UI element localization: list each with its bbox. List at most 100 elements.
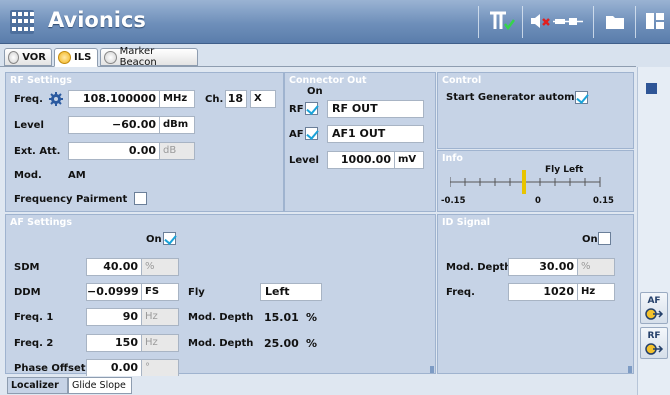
rf-out-select[interactable]: RF OUT <box>327 100 424 118</box>
af-output-label: AF <box>647 296 661 306</box>
control-panel: Control <box>437 72 634 149</box>
freq-unit-select[interactable]: MHz <box>159 90 195 108</box>
ddm-label: DDM <box>14 287 41 298</box>
tab-label: Marker Beacon <box>119 46 157 68</box>
mod-depth1-label: Mod. Depth <box>188 312 254 323</box>
radio-selected-icon <box>58 51 71 64</box>
out-level-unit-select[interactable]: mV <box>394 151 424 169</box>
af-on-label: On <box>146 234 162 245</box>
out-level-label: Level <box>289 155 319 166</box>
toolbar-separator <box>593 6 594 38</box>
level-input[interactable]: −60.00 <box>68 116 160 134</box>
freq-label: Freq. <box>14 94 43 105</box>
tab-glide-slope[interactable]: Glide Slope <box>68 377 132 394</box>
radio-icon <box>104 50 117 64</box>
trigger-check-icon[interactable] <box>484 9 518 35</box>
scale-right-label: 0.15 <box>593 196 614 206</box>
resize-grip[interactable] <box>628 366 632 373</box>
phase-offset-unit: ° <box>141 359 179 377</box>
id-freq-unit-select[interactable]: Hz <box>577 283 615 301</box>
mod-depth1-unit: % <box>306 311 318 324</box>
connector-arrow-icon <box>645 308 664 320</box>
af-output-button[interactable]: AF <box>640 292 668 324</box>
freq1-input[interactable]: 90 <box>86 308 142 326</box>
scale-left-label: -0.15 <box>441 196 466 206</box>
folder-icon[interactable] <box>599 9 631 35</box>
freq1-label: Freq. 1 <box>14 312 54 323</box>
panel-title: Connector Out <box>289 75 367 86</box>
id-freq-input[interactable]: 1020 <box>508 283 578 301</box>
freq-pairment-checkbox[interactable] <box>134 192 147 205</box>
phase-offset-label: Phase Offset <box>14 363 86 374</box>
ddm-indicator <box>522 170 526 194</box>
phase-offset-input[interactable]: 0.00 <box>86 359 142 377</box>
id-mod-depth-unit: % <box>577 258 615 276</box>
toolbar-separator <box>635 6 636 38</box>
sdm-unit: % <box>141 258 179 276</box>
out-level-input[interactable]: 1000.00 <box>327 151 395 169</box>
level-label: Level <box>14 120 44 131</box>
rf-out-label: RF <box>289 104 304 115</box>
tab-label: VOR <box>22 51 46 63</box>
ext-att-unit: dB <box>159 142 195 160</box>
sdm-input[interactable]: 40.00 <box>86 258 142 276</box>
stop-icon[interactable] <box>646 83 657 94</box>
freq-input[interactable]: 108.100000 <box>68 90 160 108</box>
ext-att-input[interactable]: 0.00 <box>68 142 160 160</box>
channel-input[interactable]: 18 <box>225 90 247 108</box>
mute-connector-icon[interactable] <box>528 9 586 35</box>
panel-title: Control <box>442 75 482 86</box>
layout-icon[interactable] <box>641 9 668 35</box>
id-freq-label: Freq. <box>446 287 475 298</box>
freq2-unit: Hz <box>141 334 179 352</box>
af-out-checkbox[interactable] <box>305 127 318 140</box>
tab-marker-beacon[interactable]: Marker Beacon <box>100 46 198 68</box>
mod-depth2-unit: % <box>306 337 318 350</box>
ddm-unit-select[interactable]: FS <box>141 283 179 301</box>
panel-title: ID Signal <box>442 217 491 228</box>
id-on-label: On <box>582 234 598 245</box>
toolbar-separator <box>522 6 523 38</box>
app-menu-icon[interactable] <box>10 10 34 34</box>
sdm-label: SDM <box>14 262 40 273</box>
mod-depth2-value: 25.00 <box>264 337 299 350</box>
rf-output-label: RF <box>647 331 661 341</box>
panel-title: Info <box>442 153 463 164</box>
id-mod-depth-input[interactable]: 30.00 <box>508 258 578 276</box>
panel-title: RF Settings <box>10 75 72 86</box>
on-label: On <box>307 86 323 97</box>
rf-out-checkbox[interactable] <box>305 102 318 115</box>
tab-localizer[interactable]: Localizer <box>7 377 68 394</box>
mod-value: AM <box>68 170 86 181</box>
toolbar-separator <box>478 6 479 38</box>
freq2-label: Freq. 2 <box>14 338 54 349</box>
ext-att-label: Ext. Att. <box>14 146 61 157</box>
af-out-label: AF <box>289 129 304 140</box>
fly-select[interactable]: Left <box>260 283 322 301</box>
freq-pairment-label: Frequency Pairment <box>14 194 128 205</box>
ddm-scale <box>450 170 601 194</box>
af-out-select[interactable]: AF1 OUT <box>327 125 424 143</box>
resize-grip[interactable] <box>430 366 434 373</box>
tab-label: ILS <box>74 52 92 63</box>
tab-ils[interactable]: ILS <box>54 48 98 67</box>
fly-label: Fly <box>188 287 205 298</box>
gear-icon[interactable] <box>48 91 64 107</box>
radio-icon <box>8 50 20 64</box>
freq2-input[interactable]: 150 <box>86 334 142 352</box>
mod-depth2-label: Mod. Depth <box>188 338 254 349</box>
id-on-checkbox[interactable] <box>598 232 611 245</box>
af-settings-panel: AF Settings <box>5 214 436 374</box>
rf-output-button[interactable]: RF <box>640 327 668 359</box>
start-generator-checkbox[interactable] <box>575 91 588 104</box>
connector-arrow-icon <box>645 343 664 355</box>
level-unit-select[interactable]: dBm <box>159 116 195 134</box>
app-title: Avionics <box>48 8 146 32</box>
mod-depth1-value: 15.01 <box>264 311 299 324</box>
af-on-checkbox[interactable] <box>163 232 176 245</box>
tab-vor[interactable]: VOR <box>4 48 52 66</box>
ddm-input[interactable]: −0.0999 <box>86 283 142 301</box>
channel-band-select[interactable]: X <box>250 90 276 108</box>
freq1-unit: Hz <box>141 308 179 326</box>
start-generator-label: Start Generator autom. <box>446 92 579 103</box>
